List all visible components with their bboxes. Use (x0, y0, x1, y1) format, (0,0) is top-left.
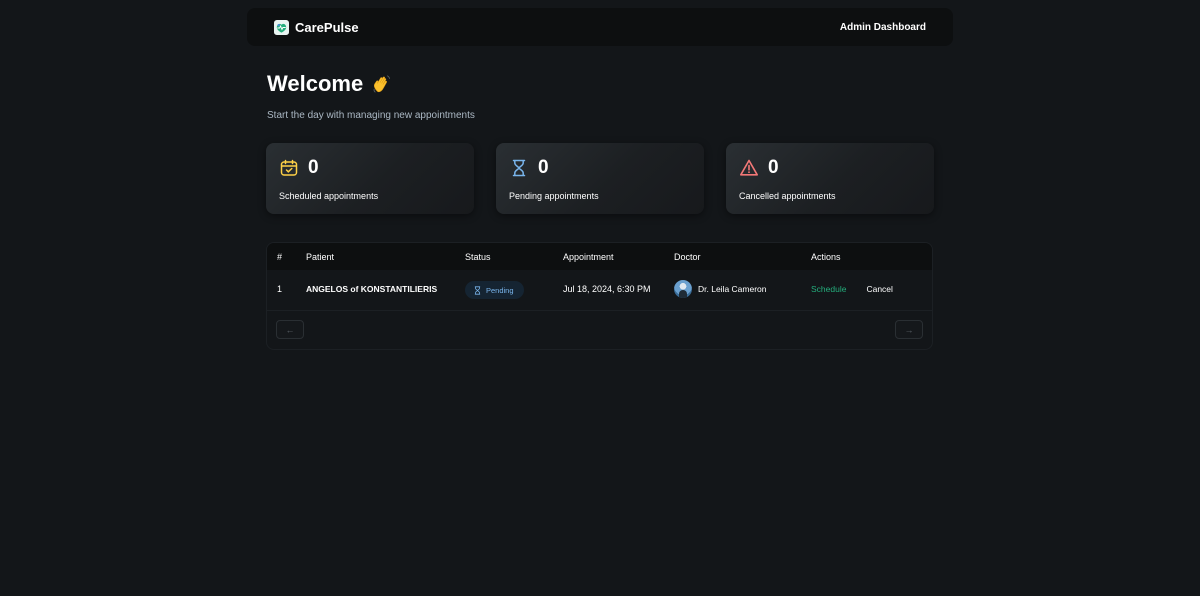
brand-name: CarePulse (295, 19, 359, 35)
stat-card-scheduled: 0 Scheduled appointments (266, 143, 474, 214)
cancelled-count: 0 (768, 157, 779, 178)
previous-page-button[interactable]: ← (276, 320, 304, 339)
pending-label: Pending appointments (509, 191, 599, 201)
next-page-button[interactable]: → (895, 320, 923, 339)
brand-logo-link[interactable]: CarePulse (274, 19, 359, 35)
welcome-heading: Welcome (267, 70, 475, 98)
table-pagination: ← → (267, 311, 932, 349)
doctor-avatar (674, 280, 692, 298)
waving-hand-icon (373, 75, 391, 93)
schedule-button[interactable]: Schedule (811, 284, 846, 294)
appointments-table: # Patient Status Appointment Doctor Acti… (266, 242, 933, 350)
appointment-date: Jul 18, 2024, 6:30 PM (563, 284, 651, 294)
stat-card-pending: 0 Pending appointments (496, 143, 704, 214)
stat-card-cancelled: 0 Cancelled appointments (726, 143, 934, 214)
scheduled-label: Scheduled appointments (279, 191, 379, 201)
arrow-left-icon: ← (285, 324, 295, 335)
column-header-actions: Actions (811, 251, 841, 262)
warning-icon (740, 159, 758, 176)
patient-name: ANGELOS of KONSTANTILIERIS (306, 284, 438, 294)
column-header-number: # (277, 251, 283, 262)
row-number: 1 (277, 284, 283, 294)
cancelled-label: Cancelled appointments (739, 191, 836, 201)
status-badge: Pending (465, 281, 524, 299)
doctor-cell: Dr. Leila Cameron (674, 280, 767, 298)
table-row: 1 ANGELOS of KONSTANTILIERIS Pending Jul… (267, 270, 932, 311)
arrow-right-icon: → (904, 324, 914, 335)
status-text: Pending (486, 285, 514, 295)
top-header: CarePulse Admin Dashboard (247, 8, 953, 46)
cancel-button[interactable]: Cancel (866, 284, 892, 294)
scheduled-count: 0 (308, 157, 319, 178)
admin-dashboard-title: Admin Dashboard (839, 21, 926, 33)
calendar-icon (280, 159, 298, 176)
welcome-section: Welcome Start the day with managing new … (267, 70, 475, 121)
column-header-doctor: Doctor (674, 251, 701, 262)
hourglass-icon (512, 159, 526, 177)
doctor-name: Dr. Leila Cameron (698, 284, 767, 294)
hourglass-icon (474, 285, 481, 295)
column-header-appointment: Appointment (563, 251, 614, 262)
welcome-subtitle: Start the day with managing new appointm… (267, 110, 475, 121)
row-actions: Schedule Cancel (811, 284, 893, 294)
carepulse-logo-icon (274, 19, 289, 35)
stat-cards: 0 Scheduled appointments 0 Pending appoi… (266, 143, 934, 214)
pending-count: 0 (538, 157, 549, 178)
column-header-status: Status (465, 251, 491, 262)
welcome-title-text: Welcome (267, 71, 364, 96)
table-header-row: # Patient Status Appointment Doctor Acti… (267, 243, 932, 270)
page: CarePulse Admin Dashboard Welcome Start … (0, 0, 1200, 596)
column-header-patient: Patient (306, 251, 335, 262)
